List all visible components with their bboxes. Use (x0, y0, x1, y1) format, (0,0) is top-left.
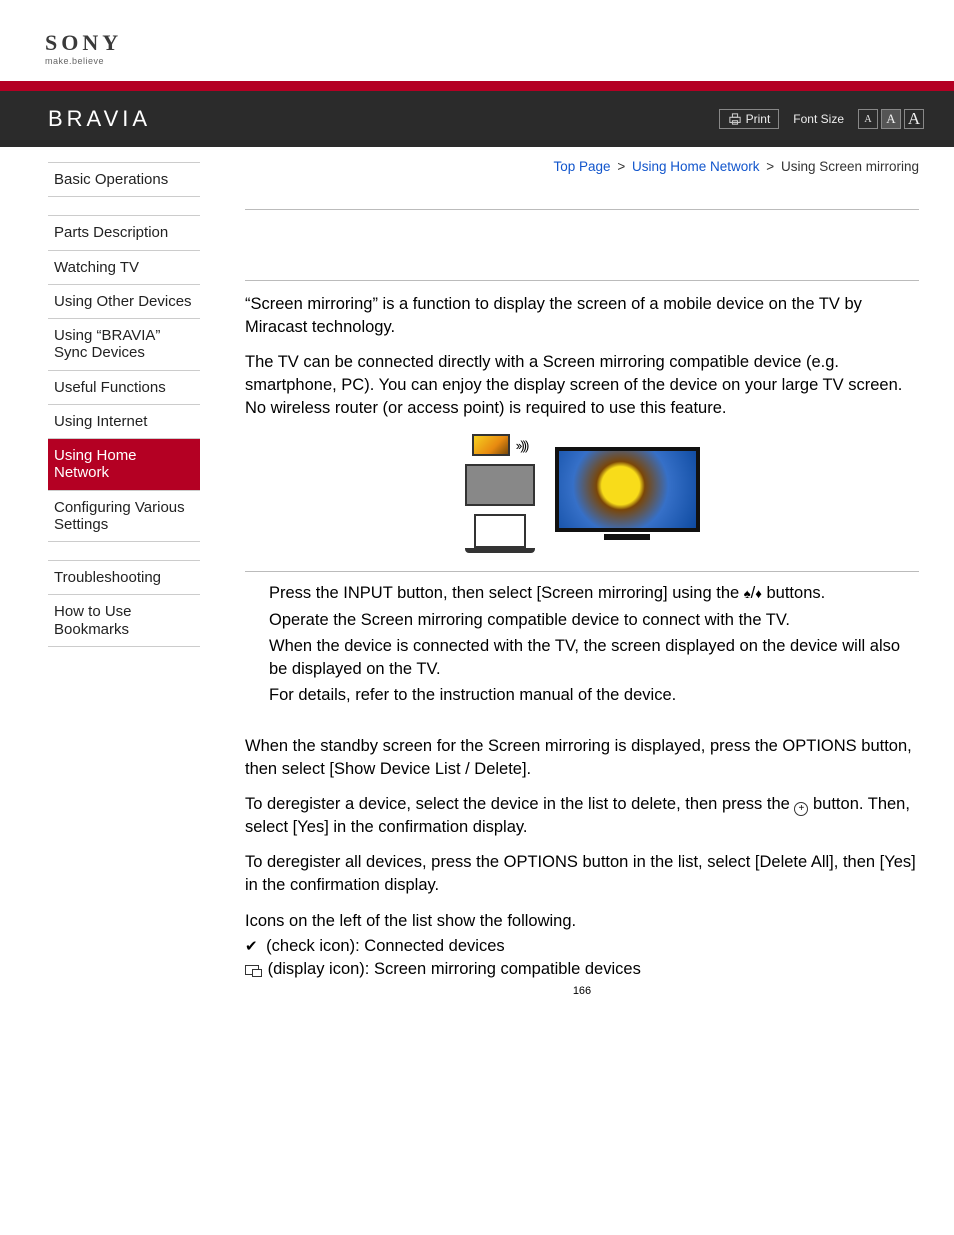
nav-bravia-sync-devices[interactable]: Using “BRAVIA” Sync Devices (48, 319, 200, 371)
nav-group-1: Basic Operations (48, 162, 200, 197)
nav-troubleshooting[interactable]: Troubleshooting (48, 561, 200, 595)
icon-legend-display: (display icon): Screen mirroring compati… (245, 958, 919, 981)
nav-useful-functions[interactable]: Useful Functions (48, 371, 200, 405)
breadcrumb-sep-2: > (766, 159, 774, 174)
font-size-large-button[interactable]: A (904, 109, 924, 129)
paragraph-deregister-one: To deregister a device, select the devic… (245, 793, 919, 839)
step-2: Operate the Screen mirroring compatible … (269, 609, 919, 632)
separator-2 (245, 280, 919, 281)
steps-block: Press the INPUT button, then select [Scr… (245, 582, 919, 706)
connection-diagram: ››))) (245, 434, 919, 553)
header-controls: Print Font Size A A A (719, 109, 924, 129)
nav-group-3: Troubleshooting How to Use Bookmarks (48, 560, 200, 647)
tv-device (555, 447, 700, 540)
icon-legend-check: ✔ (check icon): Connected devices (245, 935, 919, 958)
check-icon: ✔ (245, 938, 258, 955)
tv-screen-icon (555, 447, 700, 532)
paragraph-icons-intro: Icons on the left of the list show the f… (245, 910, 919, 933)
font-size-buttons: A A A (858, 109, 924, 129)
font-size-small-button[interactable]: A (858, 109, 878, 129)
separator-3 (245, 571, 919, 572)
intro-paragraph-2: The TV can be connected directly with a … (245, 351, 919, 420)
content-area: Top Page > Using Home Network > Using Sc… (225, 147, 954, 1017)
font-size-medium-button[interactable]: A (881, 109, 901, 129)
breadcrumb-top-page[interactable]: Top Page (554, 159, 611, 174)
font-size-label: Font Size (793, 112, 844, 126)
nav-parts-description[interactable]: Parts Description (48, 216, 200, 250)
phone-device: ››))) (472, 434, 528, 456)
breadcrumb-current: Using Screen mirroring (781, 159, 919, 174)
tablet-icon (465, 464, 535, 506)
down-arrow-icon: ♦ (755, 585, 762, 603)
sidebar: Basic Operations Parts Description Watch… (0, 147, 225, 1017)
nav-basic-operations[interactable]: Basic Operations (48, 163, 200, 197)
display-icon (245, 965, 259, 975)
logo-area: SONY make.believe (0, 0, 954, 81)
nav-how-to-use-bookmarks[interactable]: How to Use Bookmarks (48, 595, 200, 647)
nav-using-internet[interactable]: Using Internet (48, 405, 200, 439)
step-4: For details, refer to the instruction ma… (269, 684, 919, 707)
page-number: 166 (245, 985, 919, 997)
red-accent-bar (0, 81, 954, 91)
print-button[interactable]: Print (719, 109, 780, 129)
nav-watching-tv[interactable]: Watching TV (48, 251, 200, 285)
nav-configuring-settings[interactable]: Configuring Various Settings (48, 491, 200, 543)
wireless-signal-icon: ››))) (516, 438, 528, 453)
paragraph-standby: When the standby screen for the Screen m… (245, 735, 919, 781)
header-bar: BRAVIA Print Font Size A A A (0, 91, 954, 147)
print-icon (728, 113, 742, 125)
step-3: When the device is connected with the TV… (269, 635, 919, 681)
breadcrumb-sep-1: > (617, 159, 625, 174)
phone-icon (472, 434, 510, 456)
device-column: ››))) (465, 434, 535, 553)
paragraph-deregister-all: To deregister all devices, press the OPT… (245, 851, 919, 897)
breadcrumb: Top Page > Using Home Network > Using Sc… (245, 159, 919, 174)
sony-logo: SONY (45, 30, 954, 56)
intro-paragraph-1: “Screen mirroring” is a function to disp… (245, 293, 919, 339)
laptop-icon (465, 514, 535, 553)
breadcrumb-using-home-network[interactable]: Using Home Network (632, 159, 760, 174)
nav-group-2: Parts Description Watching TV Using Othe… (48, 215, 200, 542)
bravia-logo: BRAVIA (48, 106, 151, 132)
enter-button-icon: + (794, 802, 808, 816)
nav-using-other-devices[interactable]: Using Other Devices (48, 285, 200, 319)
tagline: make.believe (45, 56, 954, 66)
up-arrow-icon: ♠ (744, 585, 751, 603)
print-label: Print (746, 112, 771, 126)
nav-using-home-network[interactable]: Using Home Network (48, 439, 200, 491)
step-1: Press the INPUT button, then select [Scr… (269, 582, 919, 605)
